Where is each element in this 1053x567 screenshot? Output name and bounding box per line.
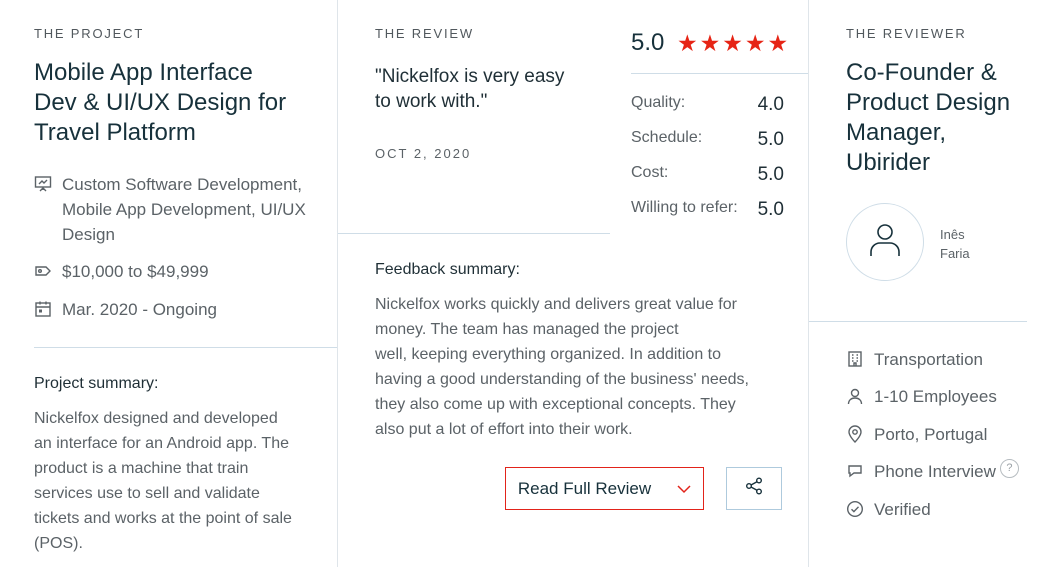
share-button[interactable] (726, 467, 782, 510)
project-title: Mobile App Interface Dev & UI/UX Design … (34, 59, 287, 146)
project-budget: $10,000 to $49,999 (34, 259, 209, 284)
overall-score: 5.0 (631, 29, 665, 56)
read-full-review-button[interactable]: Read Full Review (505, 467, 704, 510)
project-divider (34, 347, 337, 348)
column-divider-1 (337, 0, 338, 567)
star-icon: ★ (744, 30, 766, 56)
building-icon (846, 350, 864, 368)
location-pin-icon (846, 425, 864, 443)
reviewer-eyebrow: THE REVIEWER (846, 26, 967, 41)
feedback-summary-label: Feedback summary: (375, 261, 520, 278)
star-icon: ★ (699, 30, 721, 56)
chat-bubble-icon (846, 462, 864, 480)
column-divider-2 (808, 0, 809, 567)
read-full-review-label: Read Full Review (517, 478, 652, 498)
review-eyebrow: THE REVIEW (375, 26, 474, 41)
score-divider (631, 73, 808, 74)
rating-schedule: Schedule: 5.0 (631, 129, 784, 150)
feedback-summary-text: Nickelfox works quickly and delivers gre… (375, 296, 749, 438)
price-tag-icon (34, 262, 52, 280)
check-circle-icon (846, 500, 864, 518)
reviewer-size: 1-10 Employees (846, 384, 997, 409)
review-divider (338, 233, 610, 234)
reviewer-location: Porto, Portugal (846, 422, 987, 447)
reviewer-verified: Verified (846, 497, 931, 522)
chevron-down-icon (677, 479, 691, 499)
review-quote: "Nickelfox is very easy to work with." (375, 66, 565, 112)
help-icon[interactable]: ? (999, 459, 1019, 478)
star-icon: ★ (767, 30, 789, 56)
rating-willing-to-refer: Willing to refer: 5.0 (631, 199, 784, 220)
star-icon: ★ (677, 30, 698, 56)
project-summary-label: Project summary: (34, 375, 159, 392)
reviewer-industry: Transportation (846, 347, 983, 372)
share-icon (744, 476, 764, 501)
review-date: OCT 2, 2020 (375, 146, 472, 161)
star-rating: ★ ★ ★ ★ ★ (677, 31, 788, 55)
star-icon: ★ (722, 30, 743, 56)
reviewer-divider (809, 321, 1027, 322)
project-services: Custom Software Development, Mobile App … (34, 172, 306, 247)
presentation-icon (34, 175, 52, 193)
avatar (846, 203, 924, 281)
project-summary-text: Nickelfox designed and developed an inte… (34, 410, 292, 552)
reviewer-interview: Phone Interview ? (846, 459, 1019, 484)
person-icon (846, 387, 864, 405)
project-eyebrow: THE PROJECT (34, 26, 145, 41)
reviewer-title: Co-Founder & Product Design Manager, Ubi… (846, 59, 1011, 176)
project-timeline: Mar. 2020 - Ongoing (34, 297, 217, 322)
rating-cost: Cost: 5.0 (631, 164, 784, 185)
reviewer-name: Inês Faria (940, 227, 970, 261)
calendar-icon (34, 300, 52, 318)
user-icon (863, 218, 907, 267)
rating-quality: Quality: 4.0 (631, 94, 784, 115)
